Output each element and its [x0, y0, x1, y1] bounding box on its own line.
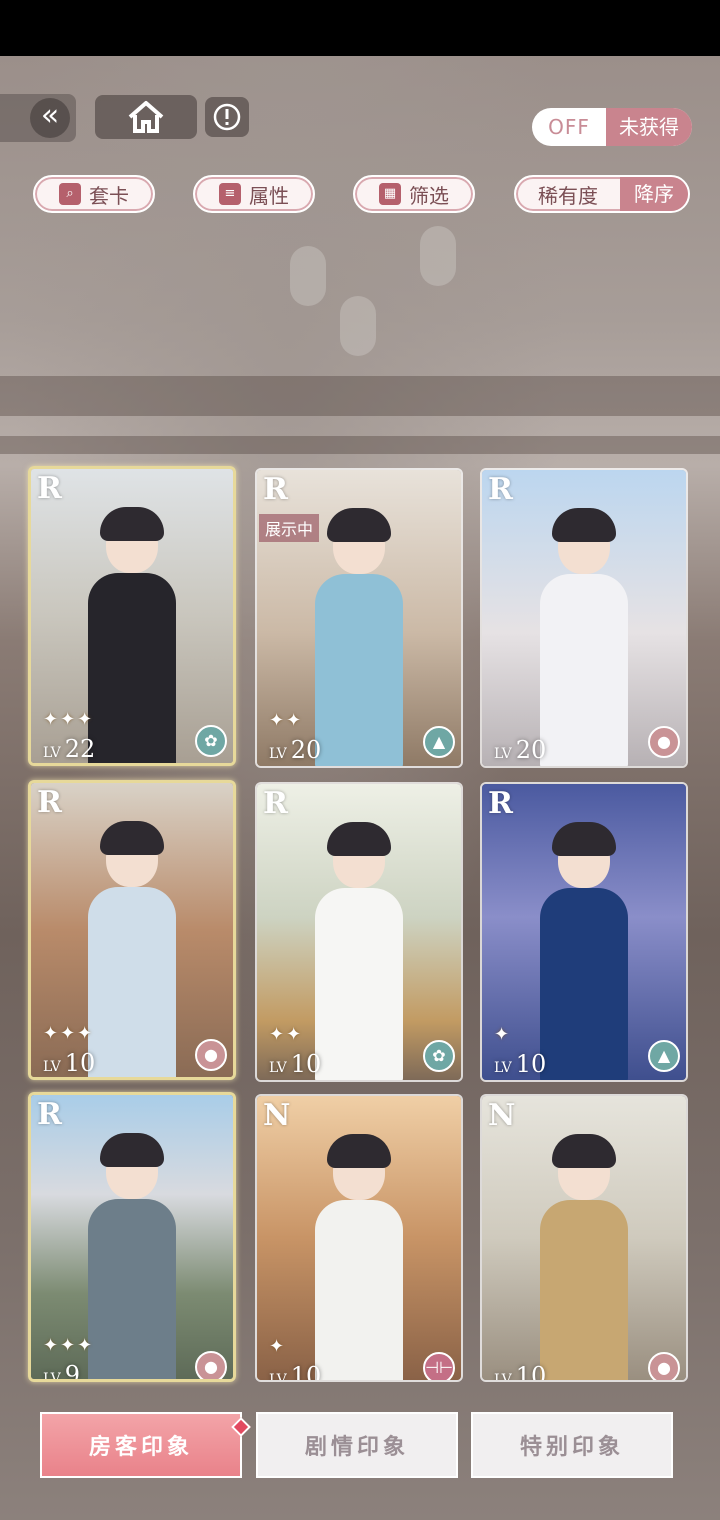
sort-order-label: 降序 [620, 177, 688, 211]
rarity-badge: N [488, 1098, 516, 1133]
graduation-cap-icon: ▲ [648, 1040, 680, 1072]
flower-icon: ✿ [423, 1040, 455, 1072]
rarity-badge: R [488, 472, 513, 507]
card-level: LV 9 [43, 1361, 81, 1382]
level-prefix: LV [494, 1060, 512, 1076]
tab-special-label: 特别印象 [519, 1435, 624, 1460]
dumbbell-icon: ⊣⊢ [423, 1352, 455, 1380]
star-rating: ✦ [494, 1024, 512, 1045]
set-card-button[interactable]: ⌕ 套卡 [33, 175, 155, 213]
rarity-badge: R [488, 786, 513, 821]
tab-special-impression[interactable]: 特别印象 [471, 1412, 673, 1478]
rarity-badge: N [263, 1098, 291, 1133]
rarity-label: 稀有度 [538, 183, 598, 208]
rarity-sort-button[interactable]: 稀有度 降序 [514, 175, 690, 213]
list-search-icon: ≡ [219, 183, 241, 205]
unowned-toggle[interactable]: OFF 未获得 [532, 108, 692, 146]
card-art [257, 1096, 461, 1380]
toggle-unowned-label: 未获得 [606, 108, 692, 146]
level-value: 10 [515, 1362, 547, 1382]
card-art [482, 1096, 686, 1380]
back-button[interactable]: « [0, 94, 76, 142]
person-icon: ● [195, 1351, 227, 1379]
level-prefix: LV [43, 1371, 61, 1382]
level-value: 10 [515, 1050, 547, 1078]
card-item[interactable]: R LV 20 ● [480, 468, 688, 768]
info-button[interactable] [205, 97, 249, 137]
toggle-off-label: OFF [548, 115, 590, 139]
level-value: 10 [290, 1050, 322, 1078]
star-rating: ✦✦ [269, 710, 304, 731]
star-rating: ✦✦✦ [43, 1023, 95, 1044]
card-item[interactable]: R ✦ LV 10 ▲ [480, 782, 688, 1082]
level-prefix: LV [494, 1372, 512, 1382]
card-item[interactable]: R ✦✦ LV 10 ✿ [255, 782, 463, 1082]
level-value: 10 [64, 1049, 96, 1077]
card-art [482, 784, 686, 1080]
level-prefix: LV [43, 745, 61, 761]
card-level: LV 10 [269, 1362, 322, 1382]
home-button[interactable] [95, 95, 197, 139]
level-value: 9 [64, 1361, 81, 1382]
rarity-badge: R [263, 472, 288, 507]
level-prefix: LV [269, 746, 287, 762]
level-prefix: LV [269, 1060, 287, 1076]
tab-tenant-label: 房客印象 [88, 1435, 193, 1460]
rarity-badge: R [263, 786, 288, 821]
card-item[interactable]: R ✦✦✦ LV 22 ✿ [28, 466, 236, 766]
star-rating: ✦✦ [269, 1024, 304, 1045]
person-icon: ● [648, 726, 680, 758]
graduation-cap-icon: ▲ [423, 726, 455, 758]
card-level: LV 20 [494, 736, 546, 764]
grid-filter-icon: ▦ [379, 183, 401, 205]
card-level: LV 10 [494, 1050, 546, 1078]
filter-button[interactable]: ▦ 筛选 [353, 175, 475, 213]
attribute-button[interactable]: ≡ 属性 [193, 175, 315, 213]
filter-label: 筛选 [409, 183, 449, 208]
level-prefix: LV [494, 746, 512, 762]
card-search-icon: ⌕ [59, 183, 81, 205]
tab-story-label: 剧情印象 [304, 1435, 409, 1460]
status-bar [0, 0, 720, 56]
card-item[interactable]: N ✦ LV 10 ⊣⊢ [255, 1094, 463, 1382]
card-item[interactable]: R 展示中 ✦✦ LV 20 ▲ [255, 468, 463, 768]
level-value: 20 [515, 736, 547, 764]
card-level: LV 20 [269, 736, 321, 764]
level-prefix: LV [43, 1059, 61, 1075]
level-value: 20 [290, 736, 322, 764]
card-item[interactable]: R ✦✦✦ LV 10 ● [28, 780, 236, 1080]
rarity-badge: R [37, 471, 62, 506]
card-level: LV 22 [43, 735, 95, 763]
person-icon: ● [648, 1352, 680, 1380]
rarity-badge: R [37, 785, 62, 820]
tab-story-impression[interactable]: 剧情印象 [256, 1412, 458, 1478]
home-icon [128, 101, 164, 133]
double-chevron-left-icon: « [30, 98, 70, 138]
card-level: LV 10 [269, 1050, 321, 1078]
level-prefix: LV [269, 1372, 287, 1382]
attribute-label: 属性 [249, 183, 289, 208]
tab-tenant-impression[interactable]: 房客印象 [40, 1412, 251, 1478]
info-icon [213, 103, 241, 131]
set-card-label: 套卡 [89, 183, 129, 208]
card-item[interactable]: N LV 10 ● [480, 1094, 688, 1382]
star-rating: ✦✦✦ [43, 709, 95, 730]
flower-icon: ✿ [195, 725, 227, 757]
card-art [482, 470, 686, 766]
level-value: 22 [64, 735, 96, 763]
displaying-tag: 展示中 [259, 514, 320, 542]
person-icon: ● [195, 1039, 227, 1071]
card-level: LV 10 [494, 1362, 547, 1382]
level-value: 10 [290, 1362, 322, 1382]
card-item[interactable]: R ✦✦✦ LV 9 ● [28, 1092, 236, 1382]
star-rating: ✦✦✦ [43, 1335, 95, 1356]
rarity-badge: R [37, 1097, 62, 1132]
star-rating: ✦ [269, 1336, 287, 1357]
card-level: LV 10 [43, 1049, 95, 1077]
